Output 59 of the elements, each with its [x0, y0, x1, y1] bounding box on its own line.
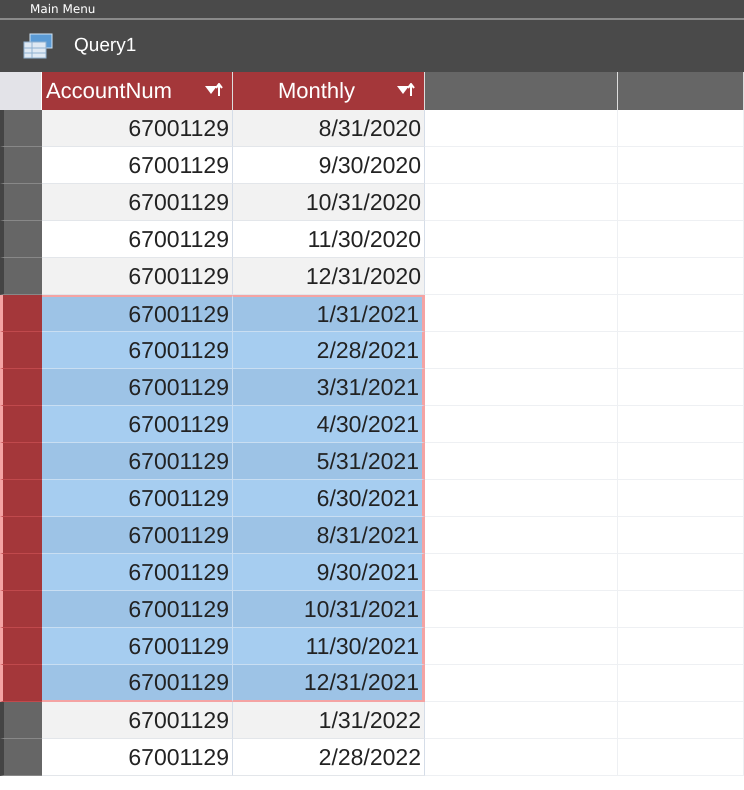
table-cell: 67001129 — [42, 184, 233, 221]
row-selector[interactable] — [0, 147, 42, 184]
table-cell: 1/31/2021 — [233, 295, 425, 332]
table-cell: 11/30/2021 — [233, 628, 425, 665]
table-cell: 67001129 — [42, 369, 233, 406]
table-cell: 3/31/2021 — [233, 369, 425, 406]
column-header[interactable]: Monthly — [233, 72, 425, 110]
table-cell: 2/28/2021 — [233, 332, 425, 369]
row-selector[interactable] — [0, 591, 42, 628]
row-selector[interactable] — [0, 443, 42, 480]
row-selector[interactable] — [0, 480, 42, 517]
table-cell: 4/30/2021 — [233, 406, 425, 443]
row-selector[interactable] — [0, 665, 42, 702]
table-cell: 11/30/2020 — [233, 221, 425, 258]
row-selector[interactable] — [0, 110, 42, 147]
table-cell: 67001129 — [42, 406, 233, 443]
row-selector[interactable] — [0, 554, 42, 591]
table-cell: 67001129 — [42, 554, 233, 591]
table-cell: 67001129 — [42, 665, 233, 702]
row-selector[interactable] — [0, 702, 42, 739]
table-cell: 12/31/2020 — [233, 258, 425, 295]
table-cell: 67001129 — [42, 443, 233, 480]
table-cell: 67001129 — [42, 332, 233, 369]
table-cell: 67001129 — [42, 147, 233, 184]
table-cell: 67001129 — [42, 702, 233, 739]
row-selector[interactable] — [0, 332, 42, 369]
table-cell: 5/31/2021 — [233, 443, 425, 480]
row-selector[interactable] — [0, 369, 42, 406]
row-selector[interactable] — [0, 295, 42, 332]
table-cell: 12/31/2021 — [233, 665, 425, 702]
table-cell: 67001129 — [42, 110, 233, 147]
row-selector[interactable] — [0, 739, 42, 776]
table-cell: 2/28/2022 — [233, 739, 425, 776]
table-cell: 67001129 — [42, 480, 233, 517]
table-cell: 6/30/2021 — [233, 480, 425, 517]
table-cell: 67001129 — [42, 517, 233, 554]
table-cell: 67001129 — [42, 258, 233, 295]
table-cell: 1/31/2022 — [233, 702, 425, 739]
table-cell: 8/31/2020 — [233, 110, 425, 147]
row-selector[interactable] — [0, 184, 42, 221]
window-title: Query1 — [74, 35, 136, 57]
row-selector[interactable] — [0, 406, 42, 443]
table-cell: 10/31/2021 — [233, 591, 425, 628]
table-cell: 67001129 — [42, 295, 233, 332]
row-selector[interactable] — [0, 221, 42, 258]
table-cell: 67001129 — [42, 628, 233, 665]
table-cell: 67001129 — [42, 221, 233, 258]
table-cell: 67001129 — [42, 739, 233, 776]
table-cell: 8/31/2021 — [233, 517, 425, 554]
table-cell: 9/30/2020 — [233, 147, 425, 184]
row-selector[interactable] — [0, 258, 42, 295]
row-selector[interactable] — [0, 517, 42, 554]
column-header[interactable]: AccountNum — [42, 72, 233, 110]
window-title[interactable]: Main Menu — [30, 1, 96, 17]
table-cell: 9/30/2021 — [233, 554, 425, 591]
table-cell: 67001129 — [42, 591, 233, 628]
row-selector[interactable] — [0, 628, 42, 665]
table-cell: 10/31/2020 — [233, 184, 425, 221]
datasheet-icon — [22, 32, 54, 60]
